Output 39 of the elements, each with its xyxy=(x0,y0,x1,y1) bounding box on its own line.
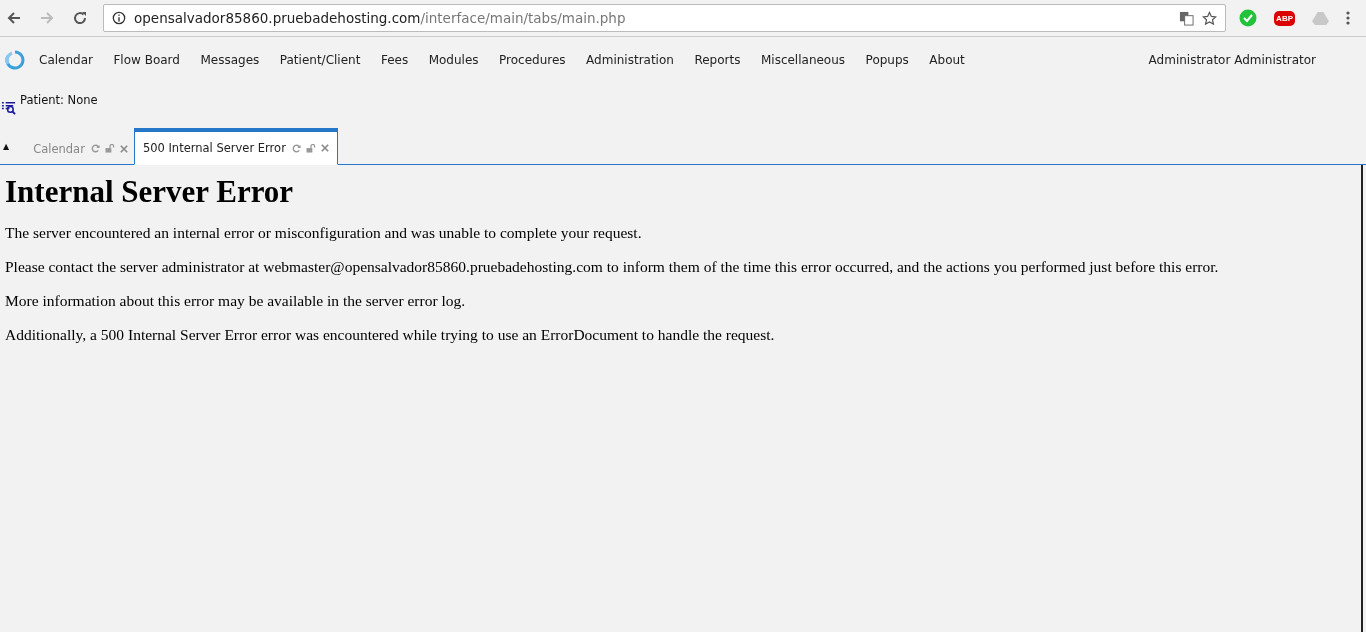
url-text: opensalvador85860.pruebadehosting.com/interface/main/tabs/main.php xyxy=(134,10,627,26)
back-icon[interactable] xyxy=(6,10,22,26)
menu-item[interactable]: Reports xyxy=(694,53,741,67)
tab[interactable]: 500 Internal Server Error xyxy=(133,128,338,165)
menu-item[interactable]: Flow Board xyxy=(113,53,180,67)
star-icon[interactable] xyxy=(1202,10,1218,26)
menu-item[interactable]: Patient/Client xyxy=(279,53,361,67)
menu-item[interactable]: Modules xyxy=(428,53,479,67)
patient-search-icon[interactable] xyxy=(1,100,16,115)
menu-item[interactable]: Messages xyxy=(200,53,260,67)
check-icon[interactable] xyxy=(1239,9,1258,27)
error-message: More information about this error may be available in the server error log. xyxy=(5,292,467,310)
refresh-icon[interactable] xyxy=(291,143,301,153)
close-icon[interactable] xyxy=(119,144,128,153)
error-message: Please contact the server administrator at webmaster@opensalvador85860.pruebadehosting.com to inform them of the time this error occurred, and the actions you performed just before this error. xyxy=(5,258,1220,276)
reload-icon[interactable] xyxy=(72,10,88,26)
menu-item[interactable]: Fees xyxy=(380,53,409,67)
error-message: The server encountered an internal error or misconfiguration and was unable to complete your request. xyxy=(5,224,643,242)
error-message: Additionally, a 500 Internal Server Error error was encountered while trying to use an ErrorDocument to handle the request. xyxy=(5,326,776,344)
logo-icon[interactable] xyxy=(5,50,25,70)
adblock-extension-icon[interactable]: ABP xyxy=(1274,10,1295,26)
patient-label: Patient: None xyxy=(20,93,98,107)
forward-icon[interactable] xyxy=(39,10,55,26)
refresh-icon[interactable] xyxy=(90,144,100,153)
menu-item[interactable]: Calendar xyxy=(39,53,93,67)
unlock-icon[interactable] xyxy=(104,144,115,153)
unlock-icon[interactable] xyxy=(305,143,316,153)
collapse-toggle[interactable]: ▲ xyxy=(3,141,10,151)
user-menu[interactable]: Administrator Administrator xyxy=(1148,53,1316,67)
info-icon xyxy=(112,11,126,25)
menu-item[interactable]: Miscellaneous xyxy=(760,53,846,67)
error-heading: Internal Server Error xyxy=(5,174,295,210)
menu-item[interactable]: About xyxy=(929,53,965,67)
menu-item[interactable]: Procedures xyxy=(499,53,566,67)
menu-item[interactable]: Popups xyxy=(865,53,909,67)
menu-icon[interactable] xyxy=(1346,10,1350,26)
address-bar[interactable]: opensalvador85860.pruebadehosting.com/interface/main/tabs/main.php xyxy=(103,4,1227,32)
close-icon[interactable] xyxy=(320,144,329,152)
menu-item[interactable]: Administration xyxy=(586,53,674,67)
